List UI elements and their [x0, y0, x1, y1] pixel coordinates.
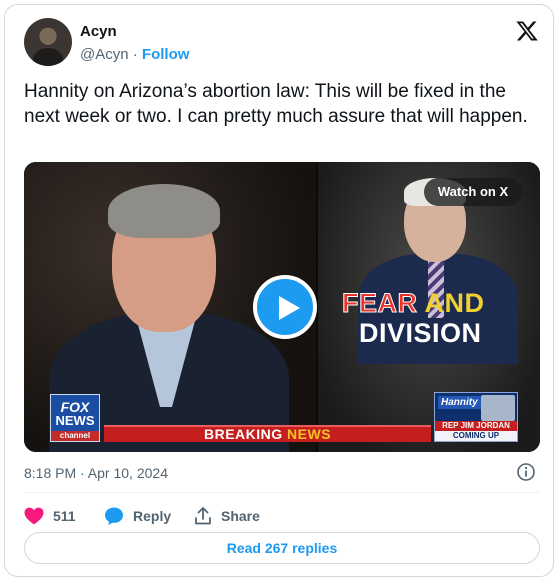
handle-row: @Acyn · Follow [80, 46, 189, 63]
hannity-logo: Hannity [438, 396, 481, 409]
guest-caption: REP JIM JORDAN [435, 421, 517, 431]
tweet-card: Acyn @Acyn · Follow Hannity on Arizona’s… [4, 4, 554, 577]
share-label: Share [221, 508, 260, 524]
info-icon[interactable] [516, 462, 536, 482]
fear-headline: FEAR AND [342, 288, 485, 319]
follow-button[interactable]: Follow [142, 46, 190, 63]
read-replies-button[interactable]: Read 267 replies [24, 532, 540, 564]
fox-logo-line2: NEWS [55, 413, 95, 428]
reply-bubble-icon [105, 507, 123, 525]
author-name[interactable]: Acyn [80, 23, 117, 40]
share-button[interactable]: Share [194, 507, 274, 525]
tweet-text: Hannity on Arizona’s abortion law: This … [24, 81, 528, 127]
host-hair [108, 184, 220, 238]
breaking-word: BREAKING [203, 426, 288, 442]
coming-up-caption: COMING UP [435, 431, 517, 441]
heart-icon [24, 507, 44, 525]
share-icon [195, 507, 211, 525]
divider [24, 492, 540, 493]
action-bar: 511 Reply Share [24, 502, 274, 530]
like-button[interactable]: 511 [24, 507, 104, 525]
watch-on-x-button[interactable]: Watch on X [424, 178, 522, 206]
avatar[interactable] [24, 18, 72, 66]
author-handle[interactable]: @Acyn [80, 46, 129, 63]
like-count: 511 [53, 508, 76, 524]
and-word: AND [417, 288, 485, 318]
video-player[interactable]: FEAR AND DIVISION Watch on X FOX NEWS ch… [24, 162, 540, 452]
play-icon [279, 296, 300, 320]
fox-news-logo: FOX NEWS channel [50, 394, 100, 442]
separator: · [132, 46, 138, 63]
reply-label: Reply [133, 508, 172, 524]
division-headline: DIVISION [359, 318, 482, 348]
guest-thumbnail [481, 395, 515, 421]
fox-logo-line3: channel [51, 431, 99, 441]
play-button[interactable] [253, 275, 317, 339]
reply-button[interactable]: Reply [104, 506, 194, 526]
show-bug: Hannity REP JIM JORDAN COMING UP [434, 392, 518, 442]
news-word: NEWS [287, 426, 332, 442]
breaking-news-banner: BREAKING NEWS [104, 425, 431, 442]
fox-logo-line1: FOX [60, 399, 90, 415]
timestamp[interactable]: 8:18 PM · Apr 10, 2024 [24, 465, 168, 481]
fear-word: FEAR [342, 288, 418, 319]
x-logo-icon[interactable] [515, 19, 539, 43]
